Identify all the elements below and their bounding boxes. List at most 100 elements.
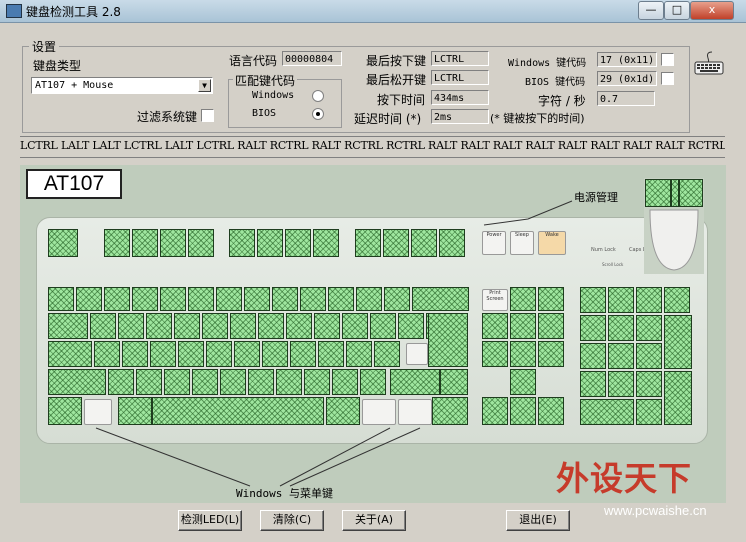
keyboard-key[interactable]: [48, 397, 82, 425]
win-code-checkbox[interactable]: [661, 53, 674, 66]
keyboard-key[interactable]: [538, 397, 564, 425]
keyboard-key[interactable]: [356, 287, 382, 311]
keyboard-key[interactable]: [580, 371, 606, 397]
keyboard-key[interactable]: [482, 313, 508, 339]
keyboard-key[interactable]: [370, 313, 396, 339]
dropdown-arrow-icon[interactable]: ▼: [198, 79, 211, 92]
power-key[interactable]: Power: [482, 231, 506, 255]
keyboard-key[interactable]: [390, 369, 440, 395]
keyboard-key[interactable]: [150, 341, 176, 367]
keyboard-key[interactable]: [636, 371, 662, 397]
keyboard-key[interactable]: [398, 313, 424, 339]
keyboard-key[interactable]: [216, 287, 242, 311]
keyboard-key[interactable]: [580, 399, 634, 425]
keyboard-key[interactable]: [342, 313, 368, 339]
keyboard-key[interactable]: [580, 343, 606, 369]
keyboard-key[interactable]: [48, 341, 92, 367]
windows-radio[interactable]: [312, 90, 324, 102]
close-button[interactable]: x: [690, 1, 734, 20]
keyboard-key[interactable]: [538, 313, 564, 339]
keyboard-key[interactable]: [510, 397, 536, 425]
keyboard-key[interactable]: [355, 229, 381, 257]
keyboard-key[interactable]: [304, 369, 330, 395]
keyboard-key[interactable]: [104, 229, 130, 257]
keyboard-key[interactable]: [326, 397, 360, 425]
keyboard-key[interactable]: [94, 341, 120, 367]
keyboard-key[interactable]: [188, 229, 214, 257]
keyboard-key[interactable]: [248, 369, 274, 395]
keyboard-key[interactable]: [152, 397, 324, 425]
keyboard-key[interactable]: [146, 313, 172, 339]
keyboard-key[interactable]: [580, 315, 606, 341]
keyboard-key[interactable]: [608, 315, 634, 341]
keyboard-key[interactable]: [48, 229, 78, 257]
keyboard-key[interactable]: [636, 315, 662, 341]
keyboard-key[interactable]: [160, 229, 186, 257]
keyboard-key[interactable]: [300, 287, 326, 311]
keyboard-key[interactable]: [664, 287, 690, 313]
keyboard-key[interactable]: [48, 287, 74, 311]
keyboard-key[interactable]: [384, 287, 410, 311]
keyboard-key[interactable]: [428, 313, 468, 367]
left-windows-key[interactable]: [84, 399, 112, 425]
keyboard-key[interactable]: [132, 287, 158, 311]
keyboard-key[interactable]: [244, 287, 270, 311]
keyboard-key[interactable]: [510, 341, 536, 367]
keyboard-key[interactable]: [636, 343, 662, 369]
keyboard-key[interactable]: [160, 287, 186, 311]
keyboard-key[interactable]: [538, 341, 564, 367]
keyboard-key[interactable]: [234, 341, 260, 367]
keyboard-key[interactable]: [202, 313, 228, 339]
keyboard-key[interactable]: [118, 397, 152, 425]
keyboard-key[interactable]: [258, 313, 284, 339]
keyboard-key[interactable]: [262, 341, 288, 367]
keyboard-key[interactable]: [206, 341, 232, 367]
menu-key[interactable]: [398, 399, 432, 425]
keyboard-key[interactable]: [432, 397, 468, 425]
keyboard-key[interactable]: [272, 287, 298, 311]
keyboard-key[interactable]: [136, 369, 162, 395]
print-screen-key[interactable]: Print Screen: [482, 289, 508, 311]
keyboard-key[interactable]: [174, 313, 200, 339]
keyboard-key[interactable]: [608, 287, 634, 313]
filter-system-keys-checkbox[interactable]: [201, 109, 214, 122]
keyboard-key[interactable]: [76, 287, 102, 311]
keyboard-key[interactable]: [90, 313, 116, 339]
keyboard-key[interactable]: [230, 313, 256, 339]
keyboard-key[interactable]: [188, 287, 214, 311]
keyboard-key[interactable]: [318, 341, 344, 367]
keyboard-key[interactable]: [482, 397, 508, 425]
check-led-button[interactable]: 检测LED(L): [178, 510, 242, 531]
keyboard-key[interactable]: [48, 369, 106, 395]
keyboard-key[interactable]: [412, 287, 469, 311]
keyboard-key[interactable]: [664, 315, 692, 369]
mouse-right-button[interactable]: [679, 179, 703, 207]
keyboard-key[interactable]: [411, 229, 437, 257]
keyboard-key[interactable]: [286, 313, 312, 339]
bios-code-checkbox[interactable]: [661, 72, 674, 85]
keyboard-key[interactable]: [439, 229, 465, 257]
mouse-left-button[interactable]: [645, 179, 671, 207]
keyboard-key[interactable]: [510, 313, 536, 339]
keyboard-key[interactable]: [608, 343, 634, 369]
keyboard-key[interactable]: [510, 369, 536, 395]
sleep-key[interactable]: Sleep: [510, 231, 534, 255]
mouse-middle-button[interactable]: [671, 179, 679, 207]
keyboard-key[interactable]: [104, 287, 130, 311]
keyboard-key[interactable]: [580, 287, 606, 313]
keyboard-key[interactable]: [332, 369, 358, 395]
keyboard-key[interactable]: [328, 287, 354, 311]
clear-button[interactable]: 清除(C): [260, 510, 324, 531]
right-windows-key[interactable]: [362, 399, 396, 425]
about-button[interactable]: 关于(A): [342, 510, 406, 531]
keyboard-key[interactable]: [220, 369, 246, 395]
keyboard-key[interactable]: [276, 369, 302, 395]
keyboard-key[interactable]: [482, 341, 508, 367]
keyboard-key[interactable]: [192, 369, 218, 395]
keyboard-key[interactable]: [257, 229, 283, 257]
keyboard-key[interactable]: [314, 313, 340, 339]
keyboard-key[interactable]: [178, 341, 204, 367]
keyboard-key[interactable]: [636, 287, 662, 313]
keyboard-key[interactable]: [510, 287, 536, 311]
keyboard-key[interactable]: [374, 341, 400, 367]
